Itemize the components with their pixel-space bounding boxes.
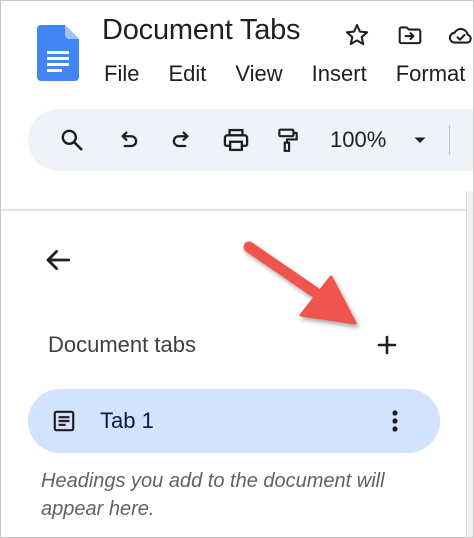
document-outline-icon [50, 407, 78, 435]
search-icon[interactable] [56, 109, 88, 171]
headings-hint-text: Headings you add to the document will ap… [41, 470, 385, 520]
chevron-down-icon[interactable] [408, 109, 432, 171]
document-tabs-heading: Document tabs [48, 332, 196, 357]
app-window: Document Tabs File Edit View Insert Form… [0, 0, 474, 538]
menu-bar: File Edit View Insert Format [104, 61, 473, 87]
tab-item-tab-1[interactable]: Tab 1 [28, 389, 440, 453]
menu-format[interactable]: Format [396, 61, 466, 87]
document-edge [466, 191, 473, 537]
move-to-folder-icon[interactable] [396, 21, 424, 49]
toolbar-divider [449, 125, 450, 155]
undo-icon[interactable] [112, 109, 144, 171]
annotation-arrow-icon [243, 241, 357, 325]
arrow-back-icon[interactable] [39, 241, 77, 279]
more-vertical-icon[interactable] [381, 405, 409, 437]
header-divider [1, 209, 473, 211]
redo-icon[interactable] [166, 109, 198, 171]
tab-label: Tab 1 [100, 408, 154, 433]
cloud-status-icon[interactable] [447, 21, 473, 49]
menu-insert[interactable]: Insert [312, 61, 367, 87]
plus-icon [377, 335, 397, 355]
menu-file[interactable]: File [104, 61, 139, 87]
zoom-select[interactable]: 100% [330, 124, 386, 156]
add-tab-button[interactable] [371, 329, 403, 361]
menu-edit[interactable]: Edit [168, 61, 206, 87]
menu-view[interactable]: View [235, 61, 282, 87]
document-title[interactable]: Document Tabs [102, 14, 301, 47]
google-docs-icon[interactable] [37, 25, 79, 81]
paint-format-icon[interactable] [272, 109, 304, 171]
star-icon[interactable] [343, 21, 371, 49]
toolbar: 100% [28, 109, 473, 171]
print-icon[interactable] [220, 109, 252, 171]
